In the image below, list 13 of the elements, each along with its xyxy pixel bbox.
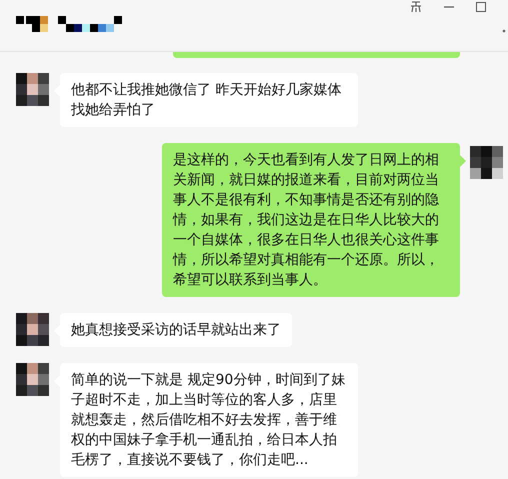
message-bubble: 简单的说一下就是 规定90分钟，时间到了妹子超时不走，加上当时等位的客人多，店里就想轰走，然后借吃相不好去发挥，善于维权的中国妹子拿手机一通乱拍，给日本人拍毛楞了，直接说不要钱了，你们走吧... xyxy=(60,363,358,477)
pin-icon[interactable] xyxy=(410,1,422,13)
avatar-icon xyxy=(16,73,49,106)
avatar-icon xyxy=(16,363,49,396)
avatar-icon xyxy=(16,313,49,346)
message-bubble: 他都不让我推她微信了 昨天开始好几家媒体找她给弄怕了 xyxy=(60,73,358,127)
pixelated-title-icon xyxy=(16,16,122,32)
message-bubble: 是这样的，今天也看到有人发了日网上的相关新闻，就日媒的报道来看，目前对两位当事人不是很有利，不知事情是否还有别的隐情，如果有，我们这边是在日华人比较大的一个自媒体，很多在日华人也很关心这件事情，所以希望对真相能有一个还原。所以，希望可以联系到当事人。 xyxy=(162,143,460,297)
avatar-icon xyxy=(470,146,503,179)
bubble-tail-icon xyxy=(460,155,466,167)
message-bubble: 她真想接受采访的话早就站出来了 xyxy=(60,313,292,347)
minimize-icon[interactable] xyxy=(444,6,454,8)
maximize-icon[interactable] xyxy=(476,2,486,12)
